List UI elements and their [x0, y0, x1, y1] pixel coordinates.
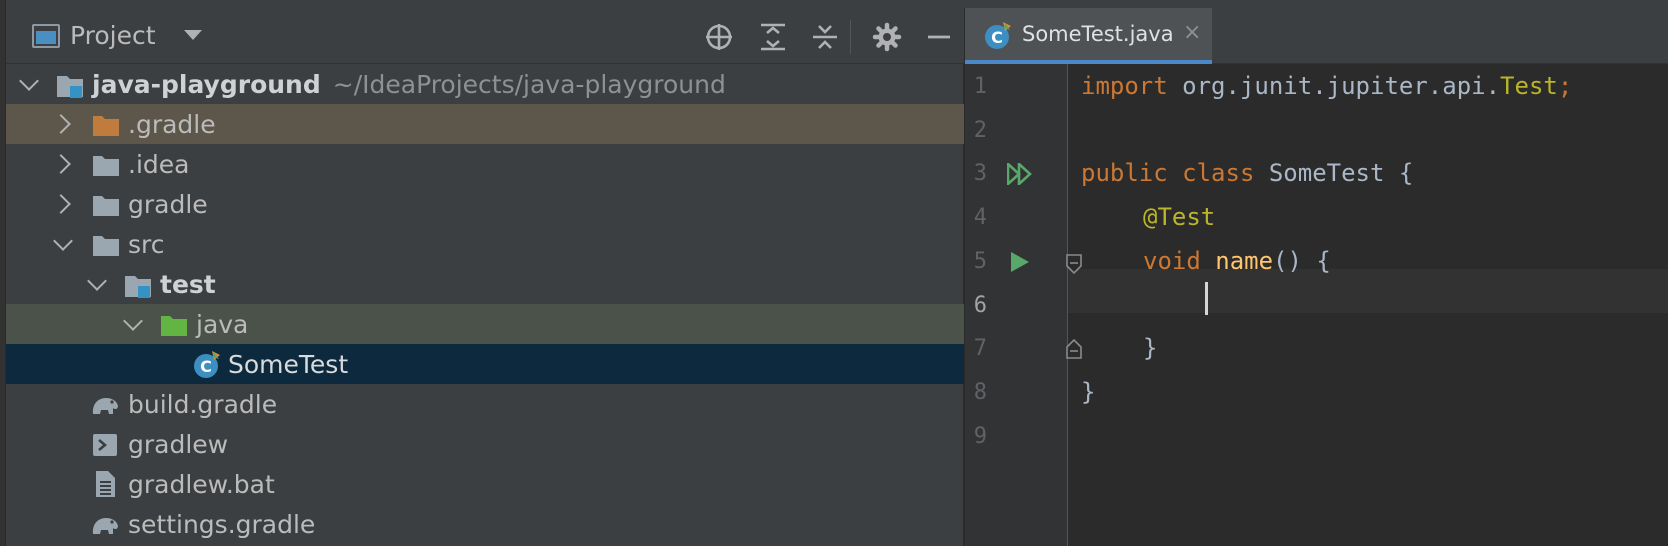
tree-item-label: settings.gradle [128, 510, 316, 539]
toolbar-separator [850, 20, 851, 54]
text-file-icon [96, 471, 115, 497]
current-line-highlight [965, 269, 1668, 313]
tree-item-java[interactable]: java [6, 304, 964, 344]
folder-icon [93, 236, 119, 256]
line-number-current: 6 [973, 293, 987, 318]
shell-script-icon [93, 434, 117, 456]
punctuation: ; [1557, 72, 1573, 100]
tree-item-settings-gradle[interactable]: settings.gradle [6, 504, 964, 544]
tree-item-label: .idea [128, 150, 190, 179]
svg-text:C: C [200, 357, 212, 376]
line-number: 7 [973, 336, 987, 361]
module-folder-icon [125, 276, 151, 298]
line-number: 8 [973, 380, 987, 405]
tree-item-sometest[interactable]: C SomeTest [6, 344, 964, 384]
java-class-icon: C [985, 22, 1011, 49]
tree-item-label: gradle [128, 190, 208, 219]
editor-tab-bar: C SomeTest.java × [965, 8, 1668, 64]
gear-icon[interactable] [872, 22, 902, 52]
text-caret [1205, 282, 1208, 315]
expand-all-icon[interactable] [758, 22, 788, 52]
chevron-right-icon[interactable] [51, 154, 71, 174]
java-class-icon: C [194, 351, 220, 378]
line-number: 2 [973, 118, 987, 143]
code-line-1: import org.junit.jupiter.api.Test; [1081, 72, 1572, 100]
tree-item-label: .gradle [128, 110, 216, 139]
chevron-right-icon[interactable] [51, 114, 71, 134]
annotation-ref: Test [1500, 72, 1558, 100]
tree-item-src[interactable]: src [6, 224, 964, 264]
tree-item-gradlew[interactable]: gradlew [6, 424, 964, 464]
identifier: SomeTest { [1254, 159, 1414, 187]
folder-icon [93, 116, 119, 136]
keyword: import [1081, 72, 1168, 100]
svg-text:C: C [991, 28, 1003, 47]
tree-item-idea[interactable]: .idea [6, 144, 964, 184]
tree-item-build-gradle[interactable]: build.gradle [6, 384, 964, 424]
code-line-4: @Test [1143, 203, 1216, 231]
line-number: 9 [973, 424, 987, 449]
chevron-down-icon[interactable] [184, 30, 202, 40]
collapse-all-icon[interactable] [810, 22, 840, 52]
code-line-3: public class SomeTest { [1081, 159, 1413, 187]
module-folder-icon [57, 76, 83, 98]
close-icon[interactable]: × [1183, 20, 1201, 45]
code-line-7: } [1143, 334, 1158, 362]
window-top-edge [0, 0, 1668, 8]
code-line-8: } [1081, 378, 1096, 406]
chevron-down-icon[interactable] [123, 311, 143, 331]
project-header: Project [6, 8, 964, 64]
tree-item-label: build.gradle [128, 390, 278, 419]
project-path: ~/IdeaProjects/java-playground [332, 70, 726, 99]
tree-item-label: gradlew [128, 430, 229, 459]
chevron-down-icon[interactable] [87, 271, 107, 291]
tab-sometest-java[interactable]: C SomeTest.java × [965, 8, 1212, 64]
gradle-elephant-icon [92, 398, 118, 414]
fold-end-icon[interactable] [1066, 339, 1082, 359]
tree-item-label: java [196, 310, 249, 339]
hide-icon[interactable] [924, 22, 954, 52]
line-number: 5 [973, 249, 987, 274]
locate-icon[interactable] [704, 22, 734, 52]
code-line-5: void name() { [1143, 247, 1331, 275]
tab-label: SomeTest.java [1022, 22, 1174, 46]
tree-item-label: test [160, 270, 216, 299]
chevron-down-icon[interactable] [19, 71, 39, 91]
run-test-icon[interactable] [1010, 251, 1030, 273]
fold-start-icon[interactable] [1066, 254, 1082, 274]
line-number: 3 [973, 161, 987, 186]
tree-item-label: gradlew.bat [128, 470, 275, 499]
tree-item-gradle-hidden[interactable]: .gradle [6, 104, 964, 144]
line-number: 4 [973, 205, 987, 230]
test-source-folder-icon [161, 316, 187, 336]
project-tool-window: Project java-playground ~/IdeaProjects/ja… [6, 8, 964, 546]
gradle-elephant-icon [92, 518, 118, 534]
method-name: name [1215, 247, 1274, 275]
keyword: void [1143, 247, 1201, 275]
chevron-right-icon[interactable] [51, 194, 71, 214]
tree-item-gradle[interactable]: gradle [6, 184, 964, 224]
project-title[interactable]: Project [70, 21, 156, 50]
punctuation: () { [1273, 247, 1331, 275]
tree-item-label: java-playground [92, 70, 321, 99]
folder-icon [93, 196, 119, 216]
tree-item-test[interactable]: test [6, 264, 964, 304]
run-all-tests-icon[interactable] [1007, 163, 1033, 185]
keyword: public class [1081, 159, 1255, 187]
chevron-down-icon[interactable] [53, 231, 73, 251]
identifier: org.junit.jupiter.api. [1167, 72, 1501, 100]
tree-item-java-playground[interactable]: java-playground ~/IdeaProjects/java-playg… [6, 64, 964, 104]
tree-item-label: SomeTest [228, 350, 349, 379]
line-number: 1 [973, 74, 987, 99]
folder-icon [93, 156, 119, 176]
project-window-icon [32, 24, 60, 48]
tree-item-gradlew-bat[interactable]: gradlew.bat [6, 464, 964, 504]
tree-item-label: src [128, 230, 165, 259]
